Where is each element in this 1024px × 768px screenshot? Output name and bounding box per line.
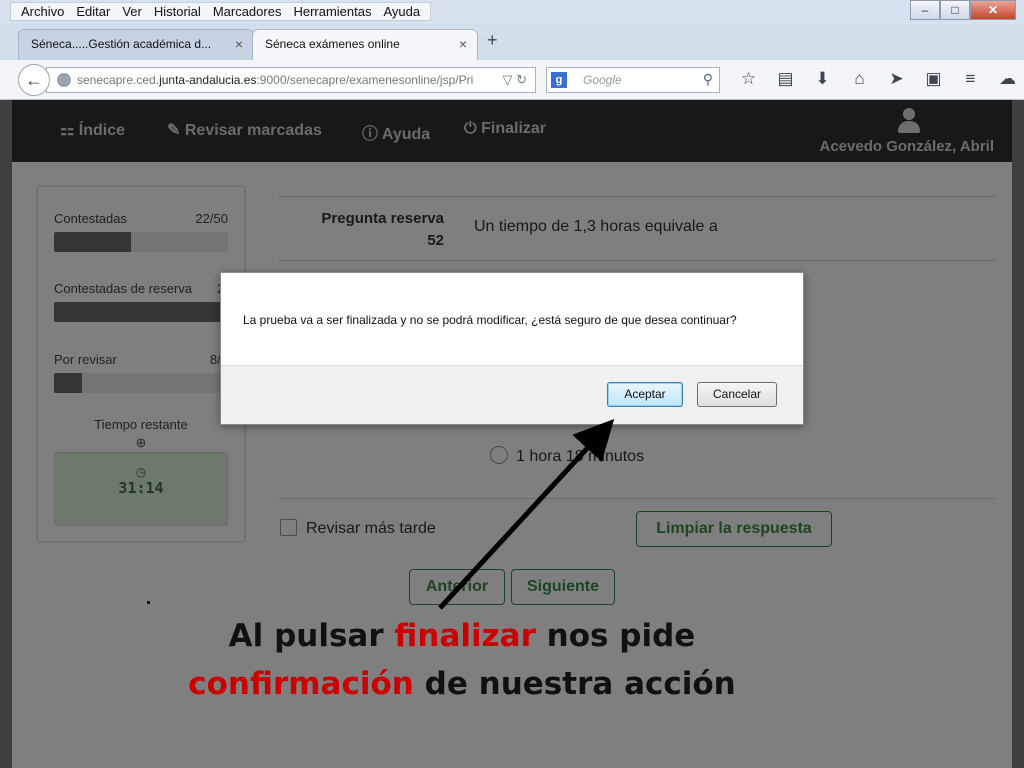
annotation-caption: Al pulsar finalizar nos pide confirmació…: [0, 612, 924, 708]
caption-line-2: confirmación de nuestra acción: [188, 666, 736, 702]
caption-line-1: Al pulsar finalizar nos pide: [228, 618, 696, 654]
